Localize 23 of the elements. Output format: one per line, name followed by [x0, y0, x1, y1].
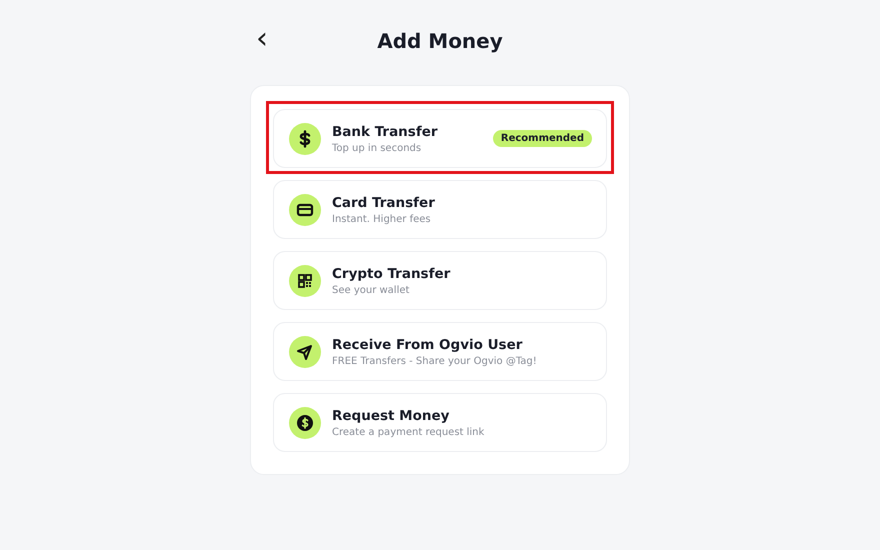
qr-code-icon — [289, 264, 321, 296]
option-subtitle: See your wallet — [332, 284, 410, 296]
option-item[interactable]: Card Transfer Instant. Higher fees — [273, 180, 607, 239]
send-icon — [289, 336, 321, 368]
option-item[interactable]: Receive From Ogvio User FREE Transfers - Share your Ogvio @Tag! — [273, 322, 607, 381]
option-title: Receive From Ogvio User — [332, 336, 524, 352]
option-subtitle: Create a payment request link — [332, 426, 486, 438]
option-item[interactable]: Request Money Create a payment request link — [273, 393, 607, 452]
dollar-icon — [289, 122, 321, 154]
option-subtitle: Top up in seconds — [332, 142, 422, 154]
coin-icon — [289, 406, 321, 438]
option-title: Crypto Transfer — [332, 266, 452, 282]
option-subtitle: FREE Transfers - Share your Ogvio @Tag! — [332, 356, 538, 366]
page-title: Add Money — [377, 29, 503, 53]
option-item[interactable]: Bank Transfer Top up in seconds Recommended — [273, 109, 607, 168]
back-button[interactable]: ‹ — [252, 24, 272, 54]
recommended-badge: Recommended — [492, 130, 592, 147]
option-item[interactable]: Crypto Transfer See your wallet — [273, 251, 607, 310]
card-icon — [289, 194, 321, 226]
option-subtitle: Instant. Higher fees — [332, 214, 432, 224]
option-title: Card Transfer — [332, 194, 436, 210]
option-title: Request Money — [332, 408, 450, 424]
option-title: Bank Transfer — [332, 124, 439, 140]
